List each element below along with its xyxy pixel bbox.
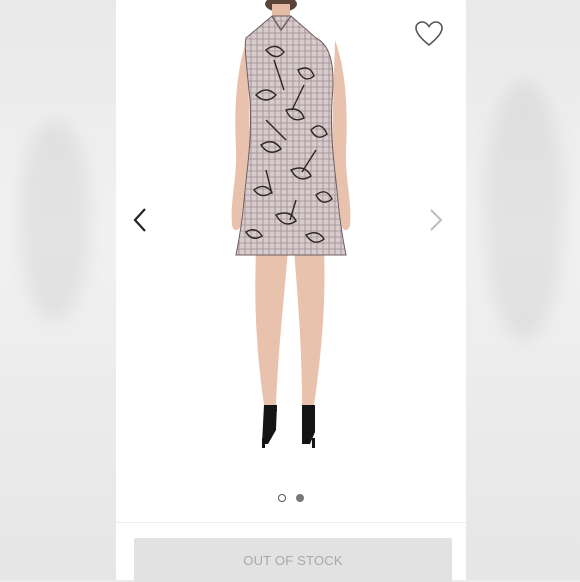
carousel-dot-2[interactable] — [296, 494, 304, 502]
product-image — [231, 0, 351, 448]
background-blur-left — [0, 0, 116, 580]
carousel-dot-1[interactable] — [278, 494, 286, 502]
chevron-left-icon[interactable] — [128, 202, 152, 238]
chevron-right-icon[interactable] — [424, 202, 448, 238]
divider — [116, 522, 466, 523]
background-blur-right — [464, 0, 580, 580]
product-card: OUT OF STOCK — [116, 0, 466, 582]
out-of-stock-button[interactable]: OUT OF STOCK — [134, 538, 452, 582]
heart-icon[interactable] — [414, 20, 444, 48]
carousel-pagination — [116, 494, 466, 502]
